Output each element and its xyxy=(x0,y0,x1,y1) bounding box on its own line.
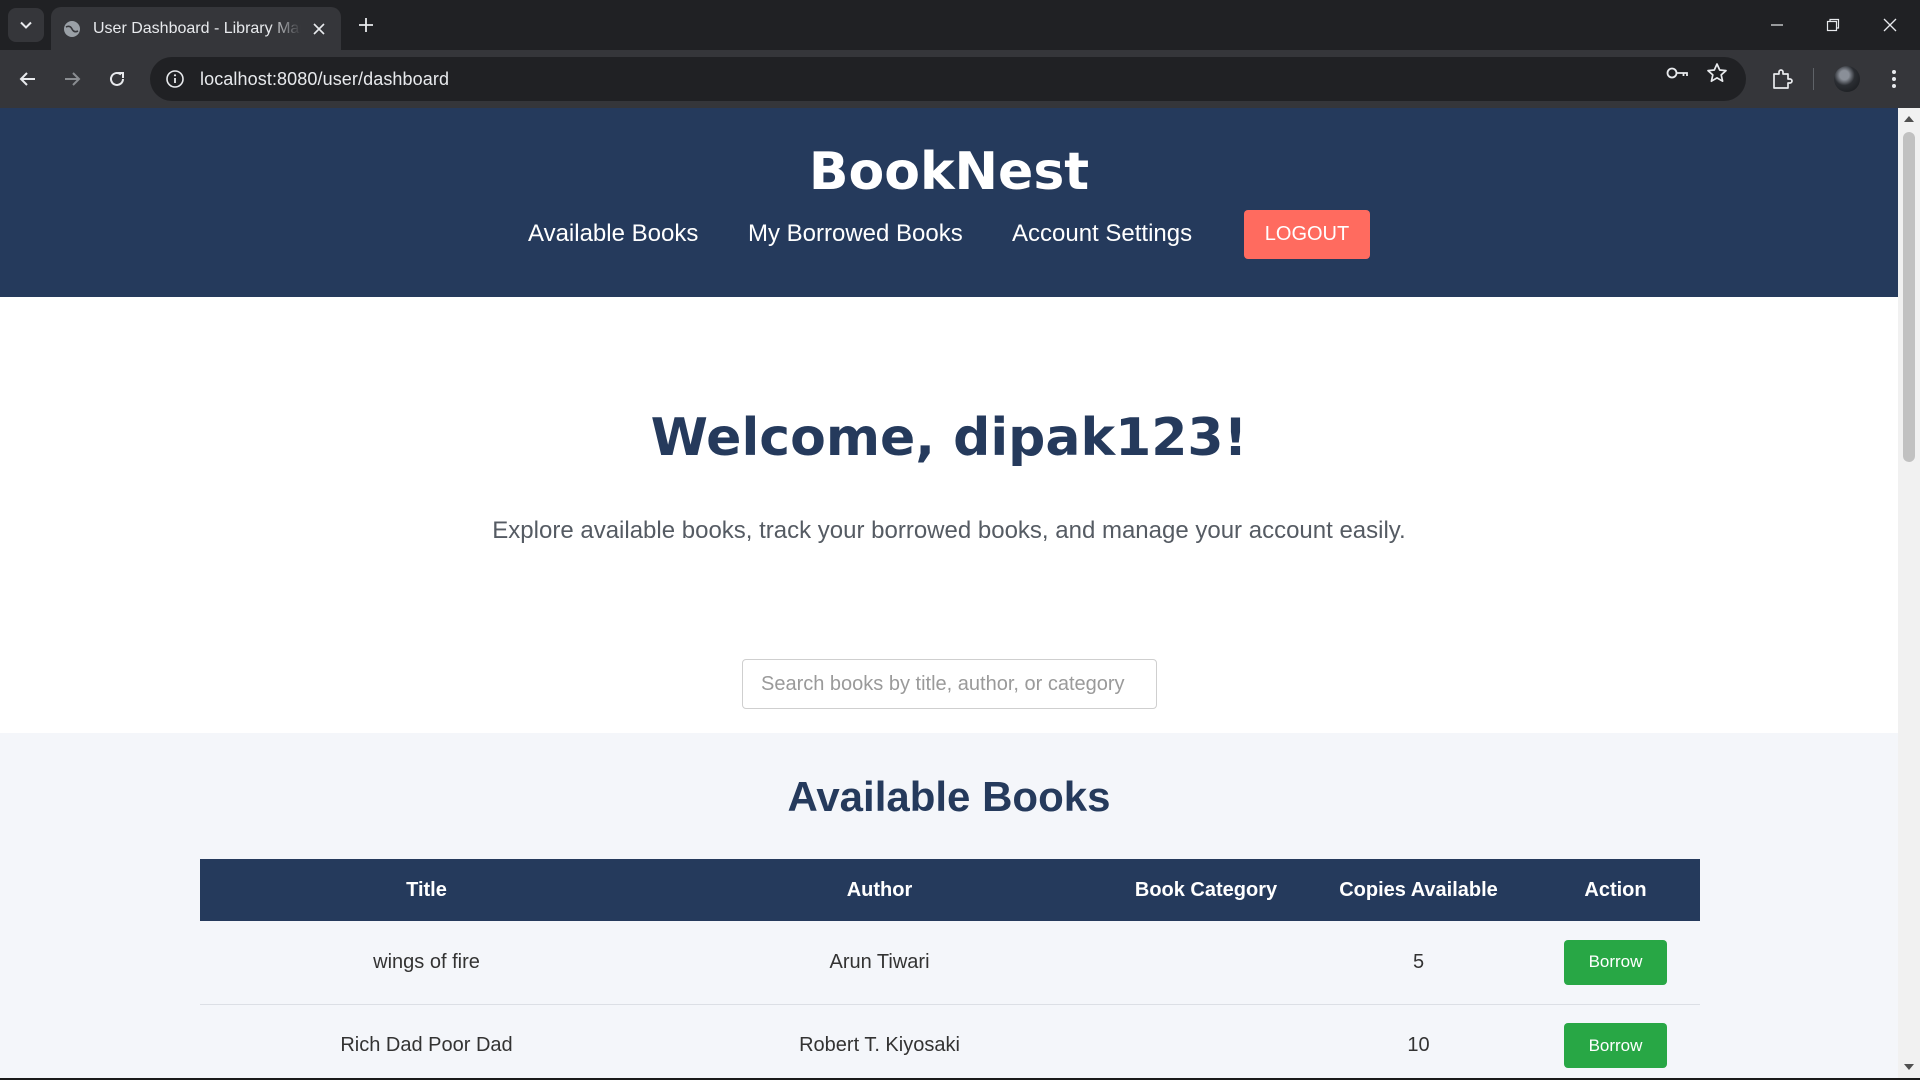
site-header xyxy=(0,108,1898,297)
password-key-button[interactable] xyxy=(1665,61,1689,85)
browser-menu-button[interactable] xyxy=(1879,64,1909,94)
books-table: Title Author Book Category Copies Availa… xyxy=(200,859,1700,1078)
table-row: wings of fire Arun Tiwari 5 Borrow xyxy=(200,921,1700,1005)
book-author-cell: Robert T. Kiyosaki xyxy=(653,1004,1106,1078)
book-category-cell xyxy=(1106,921,1306,1005)
back-button[interactable] xyxy=(13,64,43,94)
borrow-button[interactable]: Borrow xyxy=(1564,1023,1667,1068)
browser-tab-active[interactable]: User Dashboard - Library Management xyxy=(51,7,341,50)
close-icon xyxy=(1883,18,1897,32)
new-tab-button[interactable] xyxy=(354,13,378,37)
reload-icon xyxy=(110,71,124,86)
book-copies-cell: 10 xyxy=(1306,1004,1531,1078)
column-header-copies: Copies Available xyxy=(1306,859,1531,921)
book-search-input[interactable] xyxy=(742,659,1157,709)
plus-icon xyxy=(359,18,373,32)
available-books-heading: Available Books xyxy=(787,773,1111,820)
bookmark-button[interactable] xyxy=(1705,61,1729,85)
globe-icon xyxy=(64,20,80,37)
close-window-button[interactable] xyxy=(1877,12,1903,38)
borrow-button[interactable]: Borrow xyxy=(1564,939,1667,985)
chevron-down-icon xyxy=(20,21,32,29)
scroll-down-arrow-icon[interactable] xyxy=(1904,1064,1914,1070)
restore-icon xyxy=(1826,18,1840,32)
site-info-icon[interactable] xyxy=(164,68,186,90)
book-action-cell: Borrow xyxy=(1531,921,1700,1005)
page-viewport: BookNest Available Books My Borrowed Boo… xyxy=(0,108,1898,1078)
table-row: Rich Dad Poor Dad Robert T. Kiyosaki 10 … xyxy=(200,1004,1700,1078)
column-header-author: Author xyxy=(653,859,1106,921)
minimize-icon xyxy=(1771,24,1783,26)
puzzle-icon xyxy=(1773,69,1793,89)
key-icon xyxy=(1666,67,1688,79)
column-header-action: Action xyxy=(1531,859,1700,921)
scrollbar-thumb[interactable] xyxy=(1903,132,1915,462)
book-action-cell: Borrow xyxy=(1531,1004,1700,1078)
address-bar[interactable]: localhost:8080/user/dashboard xyxy=(150,57,1746,101)
url-text: localhost:8080/user/dashboard xyxy=(200,68,450,89)
arrow-left-icon xyxy=(19,72,35,86)
books-table-header: Title Author Book Category Copies Availa… xyxy=(200,859,1700,921)
book-title-cell: Rich Dad Poor Dad xyxy=(200,1004,653,1078)
welcome-subtitle: Explore available books, track your borr… xyxy=(492,517,1406,544)
site-brand: BookNest xyxy=(808,142,1090,202)
arrow-right-icon xyxy=(65,72,81,86)
toolbar-divider xyxy=(1813,68,1814,90)
browser-tab-bar: User Dashboard - Library Management xyxy=(0,0,1920,50)
extensions-button[interactable] xyxy=(1767,64,1797,94)
tab-search-button[interactable] xyxy=(8,8,44,42)
tab-title: User Dashboard - Library Management xyxy=(93,19,301,37)
reload-button[interactable] xyxy=(102,64,132,94)
close-tab-icon[interactable] xyxy=(309,19,329,39)
book-title-cell: wings of fire xyxy=(200,921,653,1005)
profile-avatar[interactable] xyxy=(1834,66,1860,92)
column-header-title: Title xyxy=(200,859,653,921)
book-author-cell: Arun Tiwari xyxy=(653,921,1106,1005)
nav-available-books[interactable]: Available Books xyxy=(528,220,698,248)
nav-account-settings[interactable]: Account Settings xyxy=(1012,220,1192,248)
column-header-category: Book Category xyxy=(1106,859,1306,921)
more-vertical-icon xyxy=(1892,70,1896,88)
book-category-cell xyxy=(1106,1004,1306,1078)
forward-button[interactable] xyxy=(57,64,87,94)
restore-window-button[interactable] xyxy=(1820,12,1846,38)
welcome-heading: Welcome, dipak123! xyxy=(650,408,1248,468)
star-icon xyxy=(1707,63,1727,83)
browser-toolbar: localhost:8080/user/dashboard xyxy=(0,50,1920,108)
nav-my-borrowed-books[interactable]: My Borrowed Books xyxy=(748,220,963,248)
scroll-up-arrow-icon[interactable] xyxy=(1904,116,1914,122)
page-scrollbar[interactable] xyxy=(1898,108,1920,1078)
logout-button[interactable]: LOGOUT xyxy=(1244,210,1370,259)
book-copies-cell: 5 xyxy=(1306,921,1531,1005)
minimize-window-button[interactable] xyxy=(1764,12,1790,38)
